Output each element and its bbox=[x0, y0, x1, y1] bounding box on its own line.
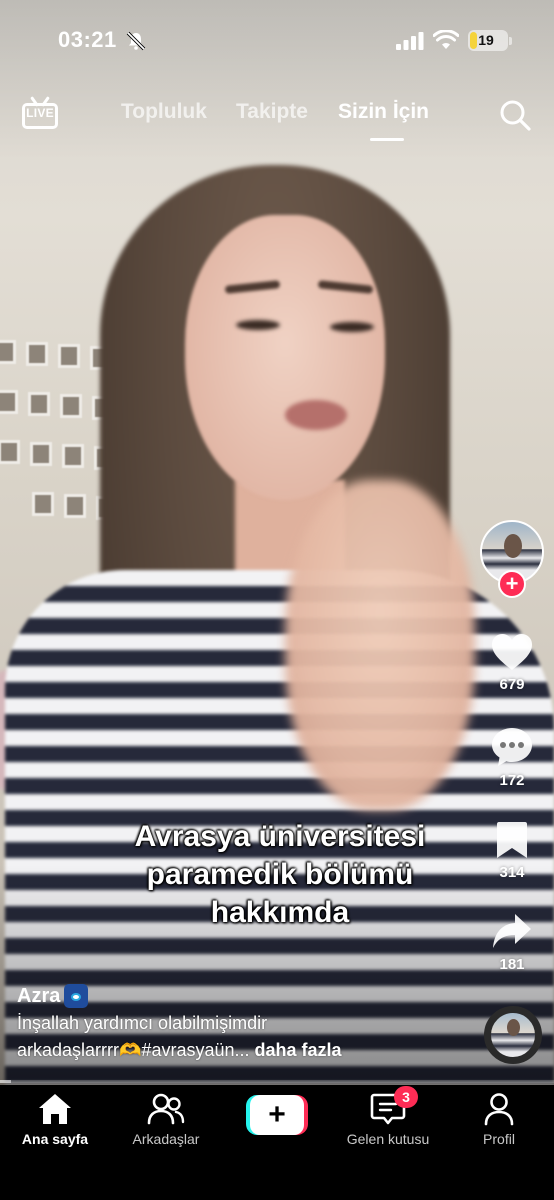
tab-takipte[interactable]: Takipte bbox=[236, 100, 308, 124]
comment-button[interactable]: 172 bbox=[478, 726, 546, 789]
heart-icon bbox=[492, 634, 532, 670]
tab-inbox[interactable]: 3 Gelen kutusu bbox=[338, 1086, 438, 1147]
video-progress-fill bbox=[0, 1080, 12, 1083]
hamsa-emoji-icon bbox=[64, 984, 89, 1008]
video-progress-bar[interactable] bbox=[0, 1080, 554, 1083]
home-icon bbox=[39, 1094, 71, 1124]
tab-friends-label: Arkadaşlar bbox=[132, 1131, 200, 1147]
tab-profile[interactable]: Profil bbox=[449, 1092, 549, 1147]
save-button[interactable]: 314 bbox=[478, 820, 546, 881]
inbox-icon-wrap: 3 bbox=[370, 1086, 418, 1126]
username-row[interactable]: Azra bbox=[17, 984, 467, 1008]
bell-slash-icon bbox=[126, 31, 146, 51]
share-button[interactable]: 181 bbox=[478, 912, 546, 973]
description-text: arkadaşlarrrr🫶#avrasyaün... bbox=[17, 1040, 250, 1060]
profile-icon bbox=[484, 1093, 514, 1126]
hands bbox=[285, 480, 475, 810]
tab-friends[interactable]: Arkadaşlar bbox=[116, 1092, 216, 1147]
tab-topluluk[interactable]: Topluluk bbox=[121, 100, 207, 124]
mouth bbox=[285, 400, 347, 430]
music-disc[interactable] bbox=[484, 1006, 542, 1064]
wifi-icon bbox=[433, 30, 459, 49]
description-line-2[interactable]: arkadaşlarrrr🫶#avrasyaün... daha fazla bbox=[17, 1038, 467, 1062]
caption-line: hakkımda bbox=[210, 896, 350, 929]
caption-line: Avrasya üniversitesi bbox=[134, 820, 426, 853]
live-button[interactable]: LIVE bbox=[22, 95, 58, 131]
search-icon[interactable] bbox=[498, 98, 532, 132]
create-plus-icon: + bbox=[250, 1095, 304, 1135]
save-count: 314 bbox=[499, 864, 525, 881]
inbox-badge: 3 bbox=[394, 1086, 418, 1108]
tab-home-label: Ana sayfa bbox=[21, 1131, 89, 1147]
comment-count: 172 bbox=[499, 772, 525, 789]
create-button[interactable]: + bbox=[246, 1095, 308, 1135]
active-tab-indicator bbox=[370, 138, 404, 141]
tab-inbox-label: Gelen kutusu bbox=[346, 1131, 430, 1147]
live-label: LIVE bbox=[26, 106, 54, 120]
battery-percent: 19 bbox=[478, 32, 494, 48]
bottom-tab-bar: Ana sayfa Arkadaşlar + 3 Gelen kutusu Pr… bbox=[0, 1085, 554, 1200]
battery-indicator: 19 bbox=[468, 30, 508, 51]
face bbox=[185, 215, 385, 500]
post-description: Azra İnşallah yardımcı olabilmişimdir ar… bbox=[17, 984, 467, 1062]
like-button[interactable]: 679 bbox=[478, 632, 546, 693]
cellular-signal-icon bbox=[396, 32, 424, 50]
status-time: 03:21 bbox=[58, 27, 117, 52]
music-disc-figure bbox=[507, 1019, 520, 1036]
share-count: 181 bbox=[499, 956, 525, 973]
comment-icon bbox=[492, 728, 532, 766]
avatar-figure bbox=[504, 534, 522, 558]
bookmark-icon bbox=[497, 822, 527, 858]
more-link[interactable]: daha fazla bbox=[255, 1040, 342, 1060]
follow-button[interactable]: + bbox=[498, 570, 526, 598]
tab-profile-label: Profil bbox=[483, 1131, 515, 1147]
friends-icon bbox=[147, 1093, 185, 1125]
share-arrow-icon bbox=[493, 914, 531, 948]
status-bar: 03:21 19 bbox=[0, 22, 554, 62]
top-nav: LIVE Topluluk Takipte Sizin İçin bbox=[0, 90, 554, 145]
hamsa-eye bbox=[71, 993, 82, 1001]
left-eye bbox=[236, 320, 280, 330]
tab-home[interactable]: Ana sayfa bbox=[5, 1092, 105, 1147]
tab-sizin-icin[interactable]: Sizin İçin bbox=[338, 100, 429, 124]
description-line-1: İnşallah yardımcı olabilmişimdir bbox=[17, 1013, 268, 1033]
video-caption: Avrasya üniversitesi paramedik bölümü ha… bbox=[95, 818, 465, 932]
battery-tip bbox=[509, 37, 512, 45]
right-eye bbox=[330, 322, 374, 332]
username[interactable]: Azra bbox=[17, 985, 60, 1008]
caption-line: paramedik bölümü bbox=[146, 858, 414, 891]
like-count: 679 bbox=[499, 676, 525, 693]
